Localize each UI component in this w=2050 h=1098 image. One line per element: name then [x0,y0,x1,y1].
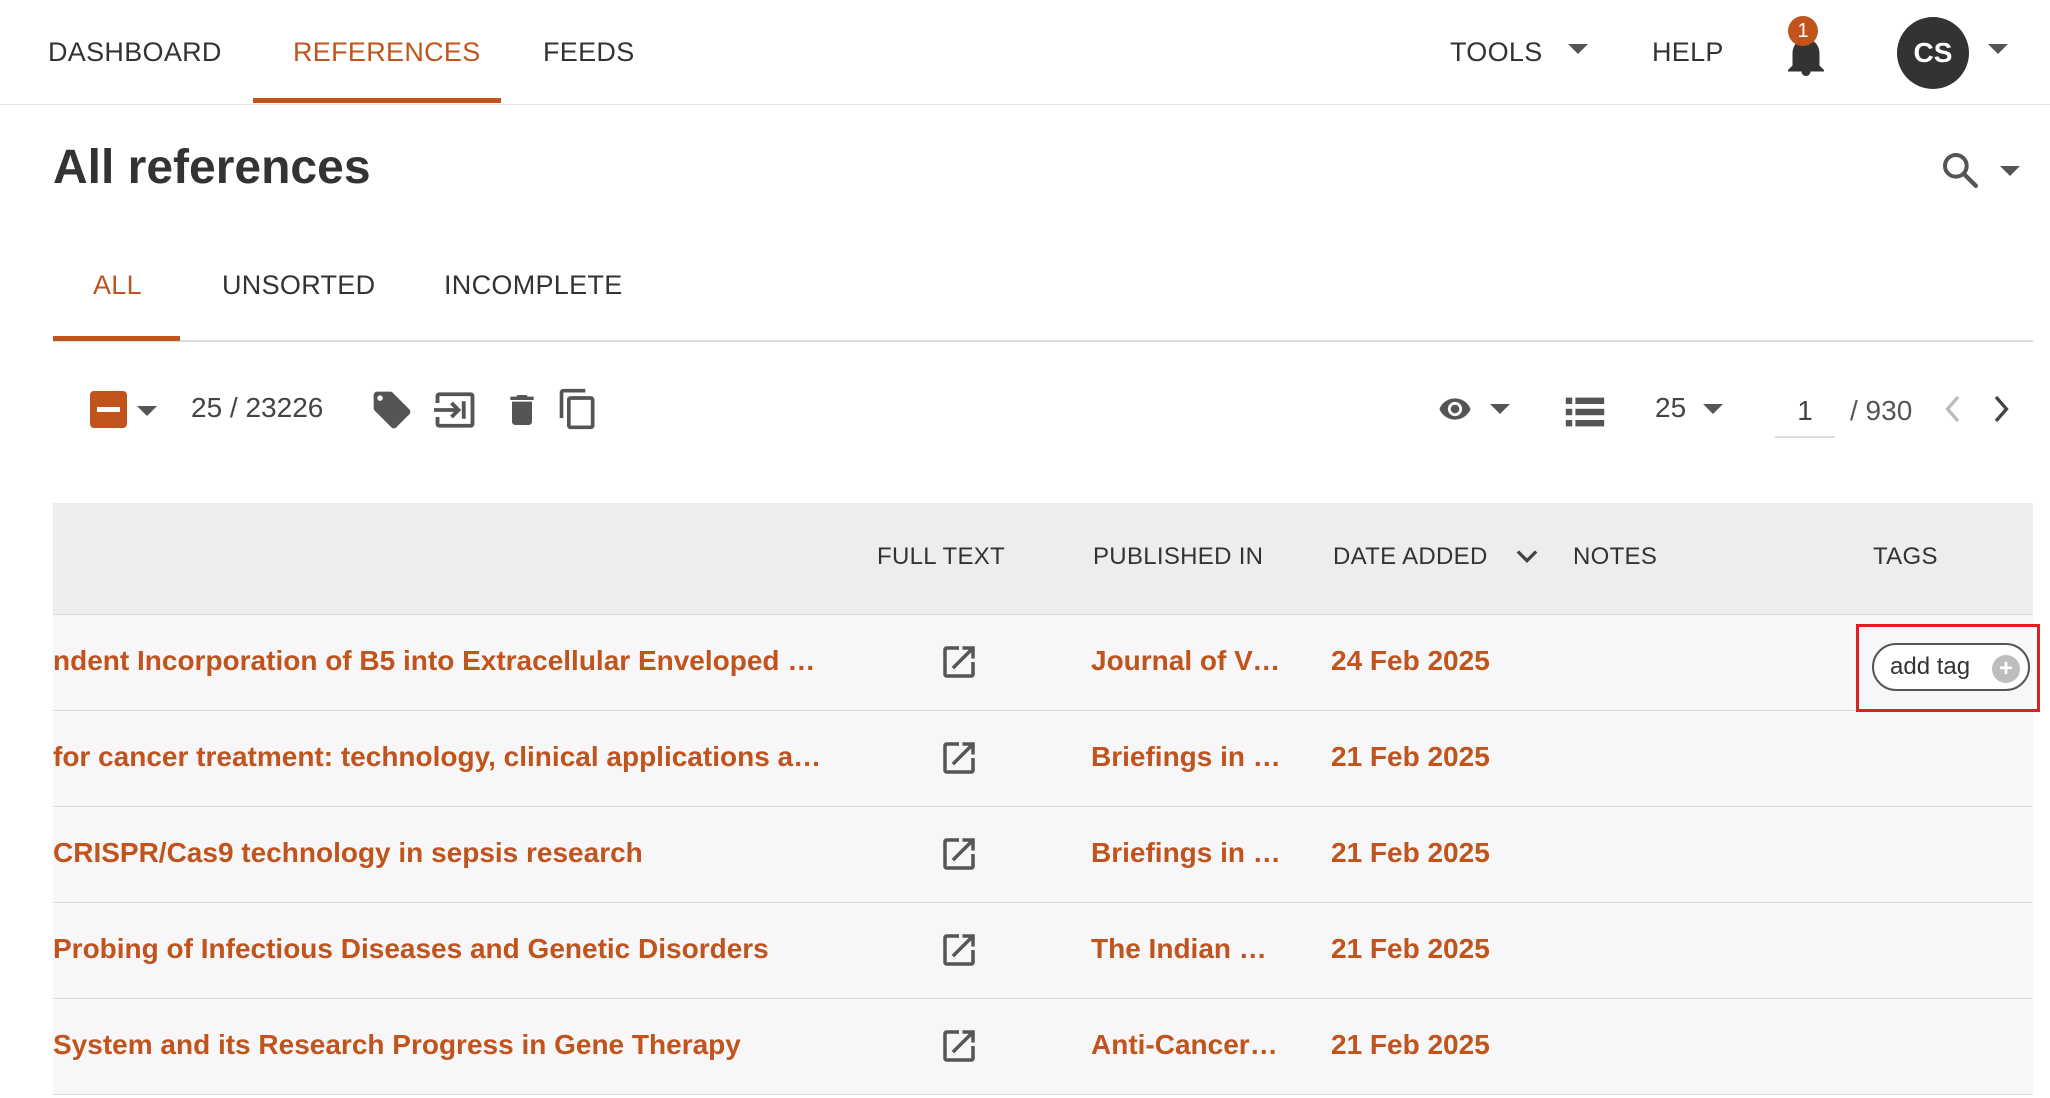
open-external-icon[interactable] [938,1025,980,1067]
date-added: 21 Feb 2025 [1331,933,1490,964]
reference-title[interactable]: System and its Research Progress in Gene… [53,1029,828,1061]
date-added: 24 Feb 2025 [1331,645,1490,676]
header-notes[interactable]: NOTES [1573,543,1657,571]
chevron-left-icon[interactable] [1940,394,1964,424]
reference-title[interactable]: CRISPR/Cas9 technology in sepsis researc… [53,837,828,869]
nav-feeds[interactable]: FEEDS [543,0,635,105]
select-chevron-down-icon[interactable] [137,406,157,416]
search-chevron-down-icon[interactable] [2000,166,2020,176]
plus-icon: + [1992,655,2020,683]
date-added: 21 Feb 2025 [1331,1029,1490,1060]
table-row[interactable]: ndent Incorporation of B5 into Extracell… [53,615,2033,711]
open-external-icon[interactable] [938,929,980,971]
tab-unsorted[interactable]: UNSORTED [222,270,375,301]
reference-title[interactable]: for cancer treatment: technology, clinic… [53,741,828,773]
page-total: / 930 [1850,395,1913,426]
date-added: 21 Feb 2025 [1331,837,1490,868]
tab-incomplete[interactable]: INCOMPLETE [444,270,623,301]
account-chevron-down-icon[interactable] [1988,44,2008,54]
tabs-divider [53,340,2033,342]
page-number-input[interactable] [1775,386,1835,438]
table-row[interactable]: System and its Research Progress in Gene… [53,999,2033,1095]
reference-title[interactable]: Probing of Infectious Diseases and Genet… [53,933,828,965]
published-in[interactable]: Briefings in Functional Genomics [1091,741,1281,773]
open-external-icon[interactable] [938,833,980,875]
nav-active-underline [253,98,501,103]
references-table: FULL TEXT PUBLISHED IN DATE ADDED NOTES … [53,503,2033,1095]
header-full-text[interactable]: FULL TEXT [877,543,1005,571]
open-external-icon[interactable] [938,737,980,779]
search-icon[interactable] [1940,150,1980,190]
nav-help[interactable]: HELP [1652,0,1724,105]
published-in[interactable]: Journal of Virology [1091,645,1281,677]
sort-chevron-down-icon[interactable] [1516,549,1538,565]
published-in[interactable]: Anti-Cancer Agents [1091,1029,1281,1061]
published-in[interactable]: Briefings in Functional Genomics [1091,837,1281,869]
published-in[interactable]: The Indian Journal [1091,933,1281,965]
selection-count: 25 / 23226 [191,392,324,423]
notification-badge: 1 [1788,16,1818,46]
per-page-chevron-down-icon[interactable] [1703,404,1723,414]
tag-icon[interactable] [370,388,414,432]
date-added: 21 Feb 2025 [1331,741,1490,772]
header-tags[interactable]: TAGS [1873,543,1938,571]
trash-icon[interactable] [502,388,542,432]
nav-dashboard[interactable]: DASHBOARD [48,0,222,105]
tab-active-underline [53,336,180,341]
table-row[interactable]: Probing of Infectious Diseases and Genet… [53,903,2033,999]
header-date-added[interactable]: DATE ADDED [1333,543,1488,571]
chevron-right-icon[interactable] [1990,394,2014,424]
nav-references[interactable]: REFERENCES [293,0,481,105]
select-all-checkbox[interactable] [90,391,127,428]
open-external-icon[interactable] [938,641,980,683]
top-navigation: DASHBOARD REFERENCES FEEDS TOOLS HELP 1 … [0,0,2050,105]
table-row[interactable]: for cancer treatment: technology, clinic… [53,711,2033,807]
nav-tools[interactable]: TOOLS [1450,0,1543,105]
tab-all[interactable]: ALL [93,270,142,301]
view-chevron-down-icon[interactable] [1490,404,1510,414]
copy-icon[interactable] [556,386,600,432]
tools-chevron-down-icon[interactable] [1568,44,1588,54]
avatar[interactable]: CS [1897,17,1969,89]
table-row[interactable]: CRISPR/Cas9 technology in sepsis researc… [53,807,2033,903]
move-to-collection-icon[interactable] [432,389,478,431]
header-published-in[interactable]: PUBLISHED IN [1093,543,1263,571]
per-page-select[interactable]: 25 [1655,392,1686,424]
reference-title[interactable]: ndent Incorporation of B5 into Extracell… [53,645,828,677]
add-tag-button[interactable]: add tag + [1872,643,2030,691]
list-view-icon[interactable] [1565,396,1605,428]
eye-icon[interactable] [1435,392,1475,426]
table-header: FULL TEXT PUBLISHED IN DATE ADDED NOTES … [53,503,2033,615]
page-title: All references [53,141,371,194]
add-tag-label: add tag [1890,653,1971,680]
